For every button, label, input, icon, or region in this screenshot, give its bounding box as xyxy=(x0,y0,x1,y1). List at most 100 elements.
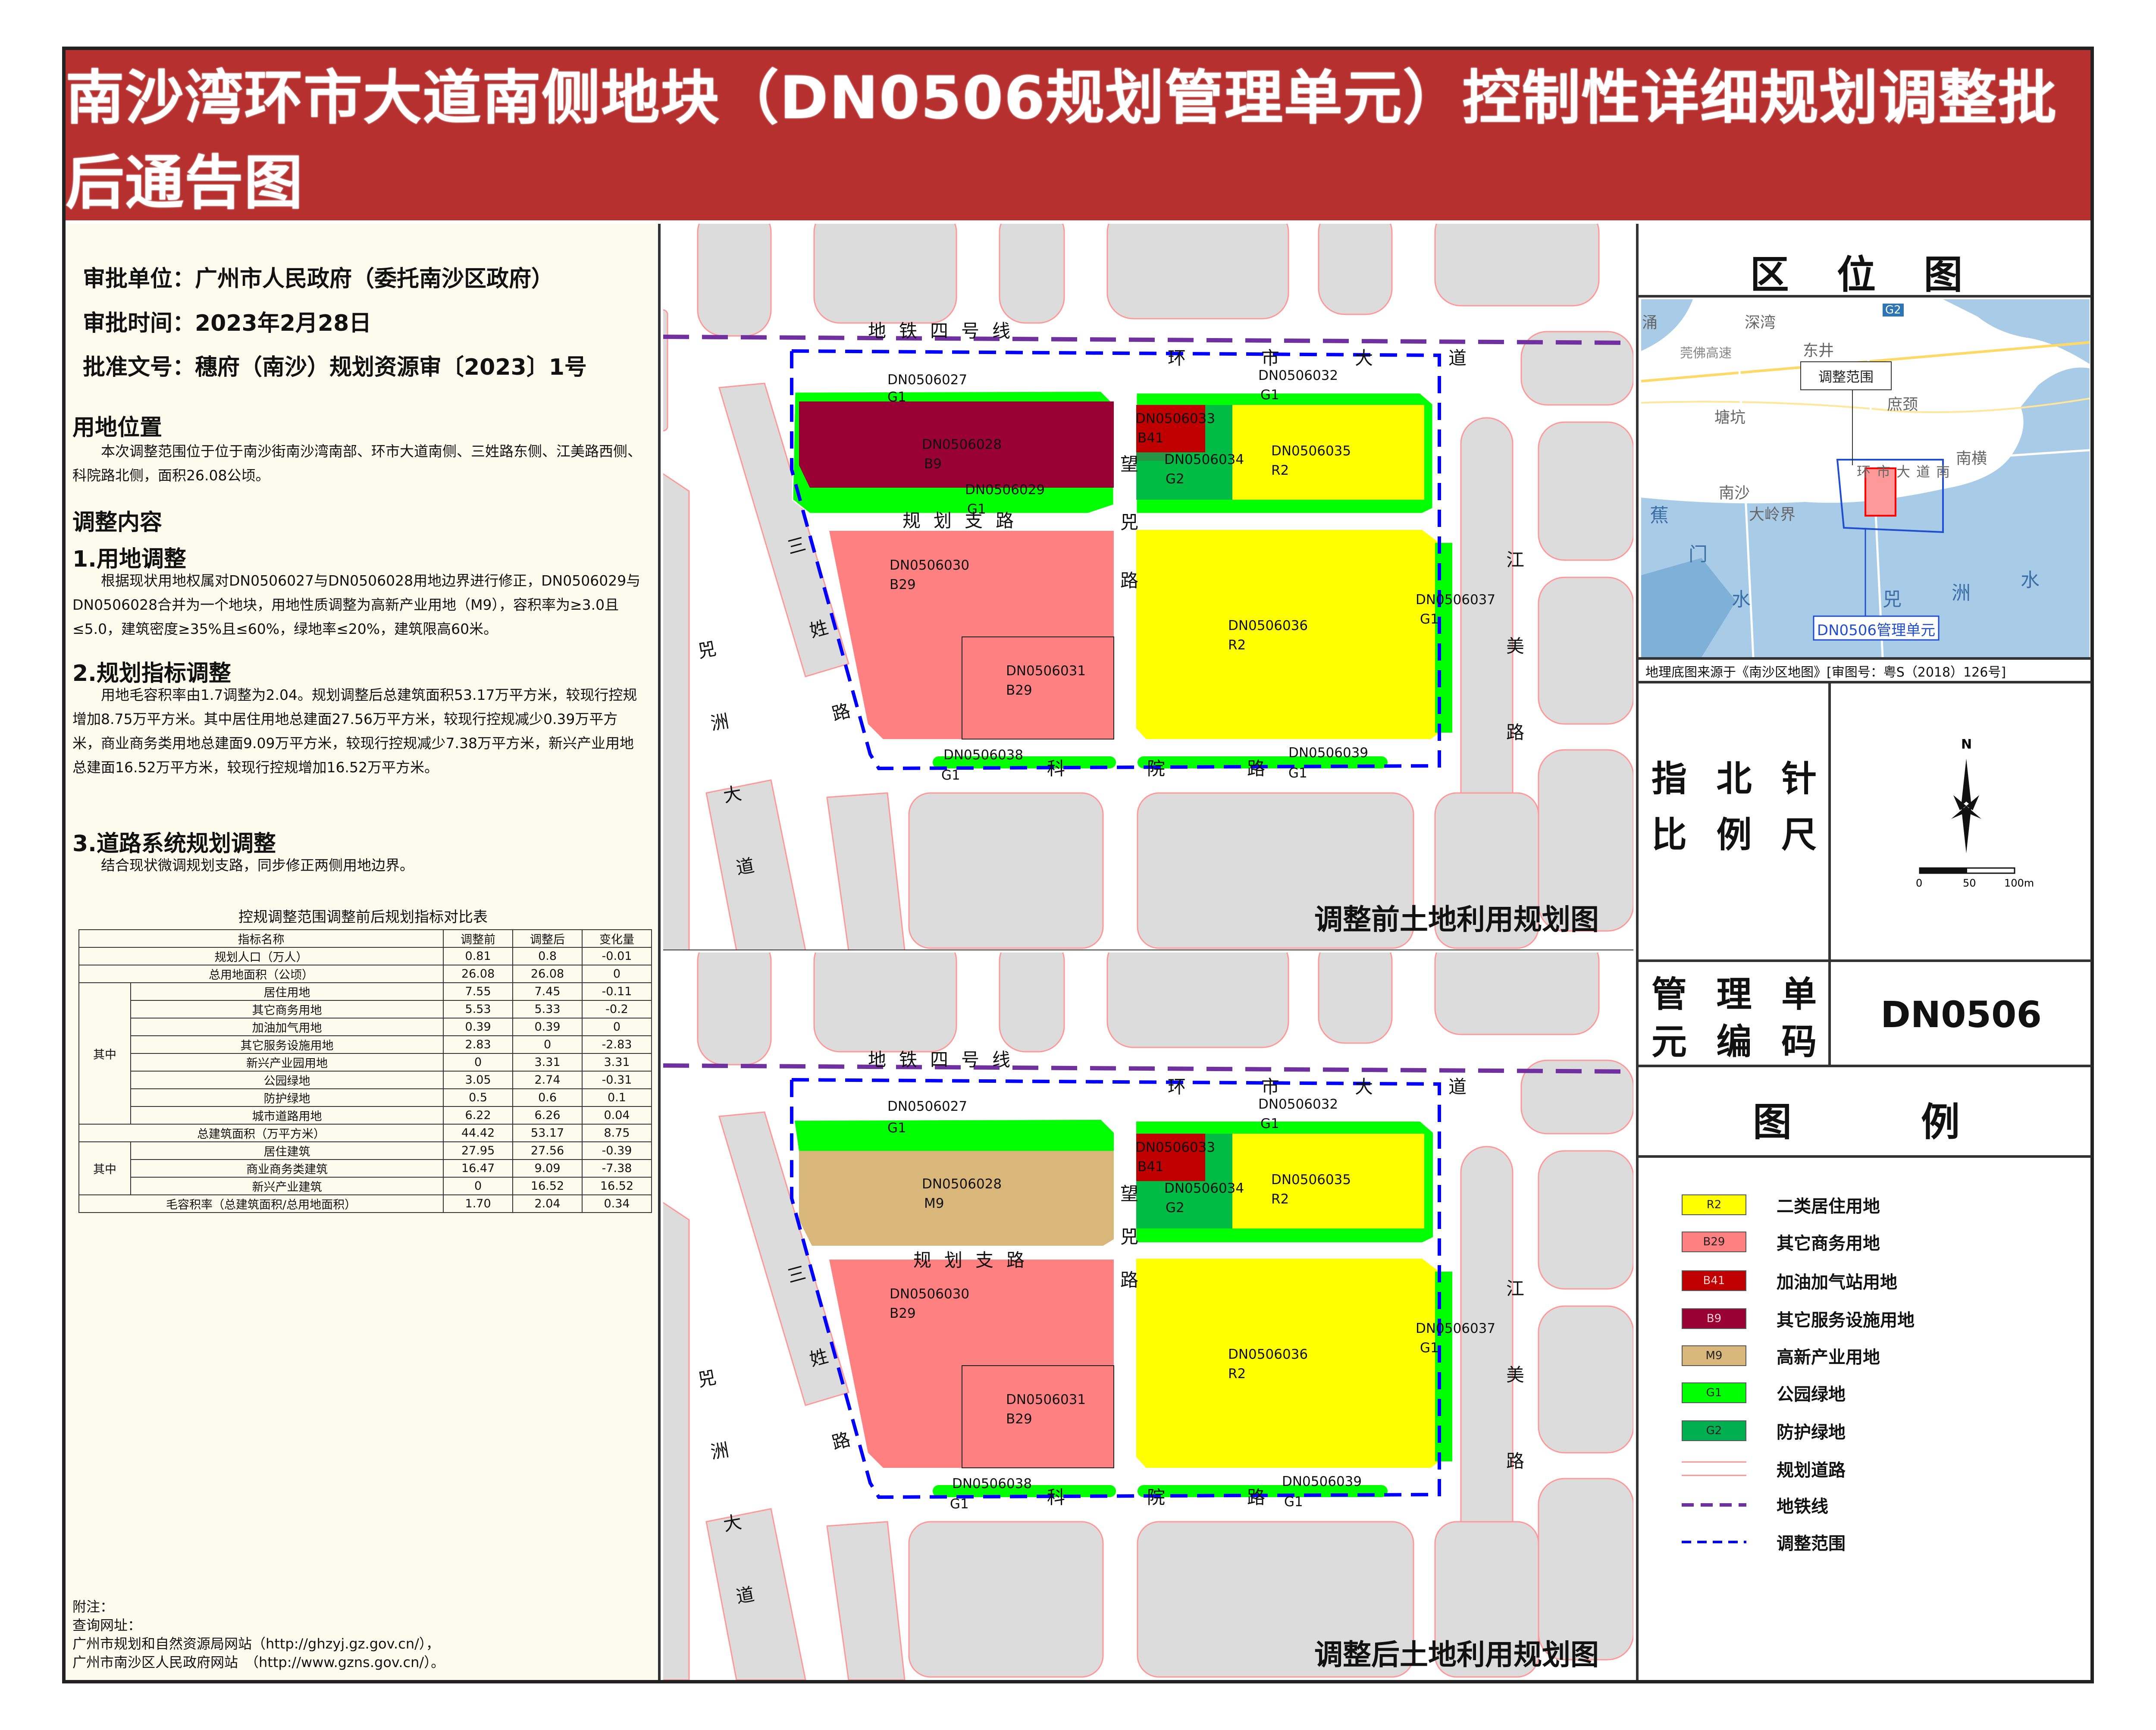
legend-label: 高新产业用地 xyxy=(1777,1348,1880,1367)
table-cell: 5.53 xyxy=(443,1000,514,1019)
table-cell: 1.70 xyxy=(443,1194,514,1213)
table-cell: 2.04 xyxy=(512,1194,583,1213)
table-header: 调整前 xyxy=(443,929,514,948)
table-cell: 加油加气用地 xyxy=(130,1018,444,1036)
parcel-label: DN0506027 xyxy=(887,372,968,388)
place-label: 塘坑 xyxy=(1714,409,1746,426)
legend-label: 二类居住用地 xyxy=(1777,1197,1880,1216)
place-label: 东井 xyxy=(1803,342,1834,360)
table-row: 毛容积率（总建筑面积/总用地面积） 1.70 2.04 0.34 xyxy=(78,1194,652,1213)
table-cell: -0.39 xyxy=(582,1141,652,1160)
unit-code-value: DN0506 xyxy=(1880,993,2042,1036)
table-cell: 0.39 xyxy=(512,1018,583,1036)
table-cell: 6.22 xyxy=(443,1106,514,1125)
scale-title: 比 例 尺 xyxy=(1651,815,1826,856)
parcel-label: DN0506033 xyxy=(1135,411,1216,426)
road-label-zhilu: 规划支路 xyxy=(903,510,1027,531)
parcel-label: DN0506032 xyxy=(1258,368,1338,383)
scale-label: 0 xyxy=(1916,877,1923,889)
indicator-table: 指标名称 调整前 调整后 变化量 规划人口（万人） 0.81 0.8 -0.01… xyxy=(78,929,652,1213)
table-cell: 防护绿地 xyxy=(130,1088,444,1107)
table-cell: 城市道路用地 xyxy=(130,1106,444,1125)
road-label-keyuan: 科院路 xyxy=(1047,758,1348,779)
parcel-code: B29 xyxy=(890,577,916,592)
table-cell: -0.2 xyxy=(582,1000,652,1019)
approval-doc: 批准文号：穗府（南沙）规划资源审〔2023〕1号 xyxy=(83,354,587,380)
legend-item: 调整范围 xyxy=(1682,1531,1846,1554)
parcel-label: DN0506036 xyxy=(1228,1347,1308,1362)
highway-badge: G2 xyxy=(1883,304,1904,317)
divider xyxy=(1639,295,2091,298)
legend-label: 调整范围 xyxy=(1777,1534,1846,1554)
north-label: N xyxy=(1961,737,1972,752)
table-cell: 0 xyxy=(512,1035,583,1054)
location-map: 涌 深湾 东井 莞佛高速 调整范围 塘坑 蕉 门 水 兕 洲 水 南横 南沙 大… xyxy=(1641,299,2090,657)
note-link-ns[interactable]: 广州市南沙区人民政府网站 （http://www.gzns.gov.cn/）。 xyxy=(72,1653,445,1672)
maps-area: DN0506027 G1 DN0506028 B9 DN0506029 G1 D… xyxy=(663,224,1633,1680)
legend-label: 其它服务设施用地 xyxy=(1777,1310,1915,1330)
parcel-label: DN0506035 xyxy=(1271,443,1351,459)
legend-item: 地铁线 xyxy=(1682,1494,1828,1517)
map-after-caption: 调整后土地利用规划图 xyxy=(1314,1638,1599,1671)
water-label: 水 xyxy=(2021,569,2040,591)
parcel-code: G1 xyxy=(887,1120,906,1136)
table-cell: 总建筑面积（万平方米） xyxy=(78,1124,444,1142)
metro-label: 地铁四号线 xyxy=(868,320,1024,342)
north-arrow-icon xyxy=(1951,758,1981,853)
parcel-code: R2 xyxy=(1228,637,1246,653)
note-link-gz[interactable]: 广州市规划和自然资源局网站（http://ghzyj.gz.gov.cn/）， xyxy=(72,1634,440,1653)
parcel-label: DN0506037 xyxy=(1416,1321,1496,1336)
table-header: 调整后 xyxy=(512,929,583,948)
table-cell: 毛容积率（总建筑面积/总用地面积） xyxy=(78,1194,444,1213)
parcel-code: G1 xyxy=(1260,387,1279,403)
location-map-title: 区 位 图 xyxy=(1750,252,1980,298)
parcel-code: B41 xyxy=(1138,430,1164,446)
scale-label: 100m xyxy=(2004,877,2034,889)
table-cell: 6.26 xyxy=(512,1106,583,1125)
legend-item: B41 加油加气站用地 xyxy=(1682,1270,1897,1292)
table-cell: 26.08 xyxy=(443,965,514,983)
table-cell: 9.09 xyxy=(512,1159,583,1178)
parcel-label: DN0506027 xyxy=(887,1099,968,1114)
table-row: 城市道路用地 6.22 6.26 0.04 xyxy=(79,1106,652,1125)
road-label-keyuan: 科院路 xyxy=(1047,1487,1348,1508)
table-cell: -0.11 xyxy=(582,982,652,1001)
legend-label: 其它商务用地 xyxy=(1777,1234,1880,1254)
note-query: 查询网址： xyxy=(72,1617,142,1633)
unit-callout: DN0506管理单元 xyxy=(1817,622,1936,639)
table-header: 指标名称 xyxy=(78,929,444,948)
road-label: 环市大道南 xyxy=(1857,464,1956,480)
table-cell: 26.08 xyxy=(512,965,583,983)
legend-label: 防护绿地 xyxy=(1777,1423,1846,1442)
table-cell: 新兴产业园用地 xyxy=(130,1053,444,1072)
parcel-code: B29 xyxy=(890,1306,916,1321)
water-label: 蕉 xyxy=(1650,505,1669,527)
table-cell: 8.75 xyxy=(582,1124,652,1142)
table-cell: -0.01 xyxy=(582,947,652,965)
table-cell: -0.31 xyxy=(582,1071,652,1089)
parcel-code: B29 xyxy=(1006,683,1032,698)
table-cell: 新兴产业建筑 xyxy=(130,1177,444,1195)
road-label-zhilu: 规划支路 xyxy=(913,1250,1038,1271)
table-cell: 0.5 xyxy=(443,1088,514,1107)
table-cell: 0.34 xyxy=(582,1194,652,1213)
parcel-code: B41 xyxy=(1138,1159,1164,1175)
land-adjust-text: 根据现状用地权属对DN0506027与DN0506028用地边界进行修正，DN0… xyxy=(72,572,641,637)
legend-label: 公园绿地 xyxy=(1777,1385,1846,1404)
legend-title: 图 例 xyxy=(1753,1100,1977,1145)
road-label-wangxian: 望兕路 xyxy=(1120,1183,1139,1291)
water-label: 洲 xyxy=(1952,582,1971,604)
divider xyxy=(1639,1155,2091,1158)
place-label: 深湾 xyxy=(1745,314,1776,332)
page-title: 南沙湾环市大道南侧地块（DN0506规划管理单元）控制性详细规划调整批后通告图 xyxy=(66,64,2058,217)
parcel-label: DN0506031 xyxy=(1006,1392,1086,1407)
divider xyxy=(1639,1065,2091,1067)
table-cell: 5.33 xyxy=(512,1000,583,1019)
parcel-code: G2 xyxy=(1166,1200,1185,1216)
parcel-label: DN0506030 xyxy=(890,1286,970,1302)
divider xyxy=(1639,657,2091,660)
table-cell: 16.52 xyxy=(582,1177,652,1195)
parcel-code: G1 xyxy=(1260,1116,1279,1131)
parcel-code: G2 xyxy=(1166,471,1185,487)
table-cell: 16.47 xyxy=(443,1159,514,1178)
